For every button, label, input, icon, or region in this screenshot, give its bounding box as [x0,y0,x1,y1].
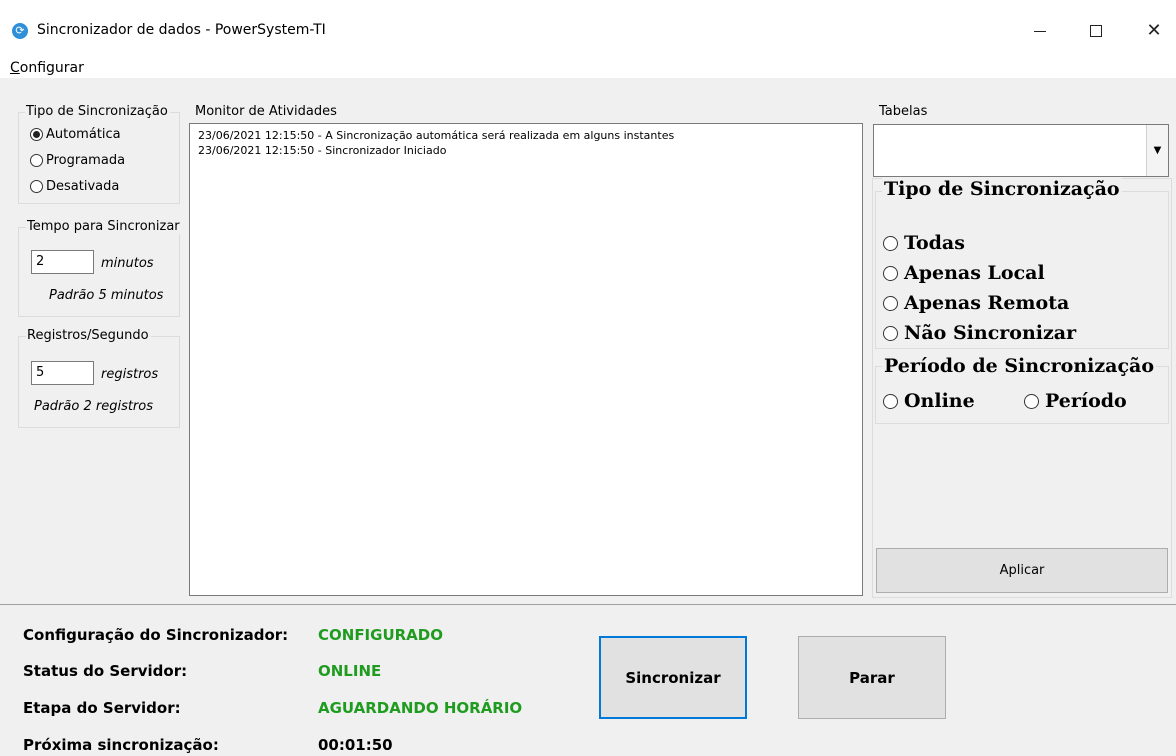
sync-time-input[interactable]: 2 [31,250,94,274]
radio-programada-label: Programada [46,153,126,168]
title-bar: ⟳ Sincronizador de dados - PowerSystem-T… [0,0,1176,58]
tables-dropdown[interactable]: ▼ [873,124,1169,177]
records-legend: Registros/Segundo [26,328,151,343]
log-line: 23/06/2021 12:15:50 - A Sincronização au… [198,129,675,142]
radio-unchecked-icon [883,265,898,281]
radio-nao-sincronizar-label: Não Sincronizar [904,322,1077,344]
server-status-value: ONLINE [318,662,382,680]
menu-configurar[interactable]: Configurar [10,60,84,76]
radio-apenas-local-label: Apenas Local [904,262,1045,284]
close-icon: ✕ [1146,20,1162,41]
next-sync-value: 00:01:50 [318,736,393,754]
radio-apenas-remota-label: Apenas Remota [904,292,1070,314]
window-title: Sincronizador de dados - PowerSystem-TI [37,22,326,38]
monitor-legend: Monitor de Atividades [194,104,339,119]
server-stage-label: Etapa do Servidor: [23,699,181,717]
radio-automatica[interactable]: Automática [30,127,121,142]
next-sync-label: Próxima sincronização: [23,736,219,754]
radio-desativada[interactable]: Desativada [30,179,119,194]
divider [0,604,1176,605]
config-status-label: Configuração do Sincronizador: [23,626,289,644]
radio-unchecked-icon [30,154,43,167]
close-button[interactable]: ✕ [1131,8,1176,54]
radio-unchecked-icon [883,235,898,251]
table-sync-type-legend: Tipo de Sincronização [882,178,1122,200]
maximize-icon [1090,25,1102,37]
server-stage-value: AGUARDANDO HORÁRIO [318,699,523,717]
radio-unchecked-icon [883,295,898,311]
sync-time-unit: minutos [101,256,154,271]
sync-time-legend: Tempo para Sincronizar [26,219,182,234]
menu-bar: Configurar [0,58,1176,78]
radio-apenas-remota[interactable]: Apenas Remota [883,292,1069,314]
radio-periodo[interactable]: Período [1024,390,1127,412]
records-unit: registros [101,367,159,382]
apply-button[interactable]: Aplicar [876,548,1168,593]
sync-app-icon: ⟳ [12,23,28,39]
radio-unchecked-icon [883,325,898,341]
radio-periodo-label: Período [1045,390,1127,412]
stop-button[interactable]: Parar [798,636,946,719]
synchronize-button[interactable]: Sincronizar [599,636,747,719]
radio-todas-label: Todas [904,232,965,254]
server-status-label: Status do Servidor: [23,662,188,680]
radio-apenas-local[interactable]: Apenas Local [883,262,1045,284]
minimize-button[interactable] [1017,8,1063,54]
sync-time-hint: Padrão 5 minutos [49,288,164,303]
menu-configurar-mnemonic: C [10,60,20,76]
radio-todas[interactable]: Todas [883,232,965,254]
log-line: 23/06/2021 12:15:50 - Sincronizador Inic… [198,144,447,157]
radio-programada[interactable]: Programada [30,153,125,168]
menu-configurar-label: onfigurar [19,60,84,76]
radio-automatica-label: Automática [46,127,121,142]
radio-desativada-label: Desativada [46,179,120,194]
minimize-icon [1034,30,1046,32]
activity-monitor[interactable]: 23/06/2021 12:15:50 - A Sincronização au… [189,123,863,596]
records-hint: Padrão 2 registros [34,399,154,414]
radio-unchecked-icon [883,393,898,409]
radio-online[interactable]: Online [883,390,975,412]
radio-online-label: Online [904,390,975,412]
period-legend: Período de Sincronização [882,355,1157,377]
chevron-down-icon[interactable]: ▼ [1146,125,1168,176]
config-status-value: CONFIGURADO [318,626,443,644]
sync-type-legend: Tipo de Sincronização [25,104,170,119]
radio-unchecked-icon [1024,393,1039,409]
radio-nao-sincronizar[interactable]: Não Sincronizar [883,322,1076,344]
radio-checked-icon [30,128,43,141]
tables-legend: Tabelas [878,104,930,119]
radio-unchecked-icon [30,180,43,193]
records-input[interactable]: 5 [31,361,94,385]
maximize-button[interactable] [1073,8,1119,54]
